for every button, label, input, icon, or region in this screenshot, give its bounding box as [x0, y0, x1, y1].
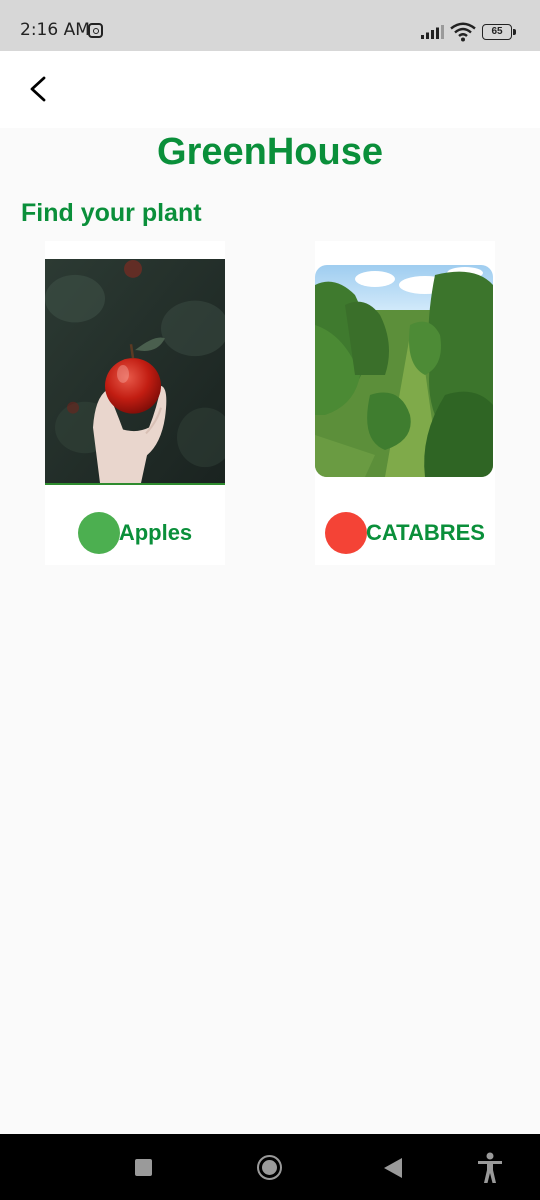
signal-icon [421, 25, 444, 39]
status-indicator [77, 512, 120, 554]
plant-name: Apples [118, 520, 193, 545]
plant-card-catabres[interactable]: CATABRES [315, 241, 495, 565]
back-icon[interactable] [384, 1158, 402, 1178]
plant-card-footer: CATABRES [315, 511, 495, 555]
app-title: GreenHouse [157, 131, 383, 173]
status-indicator [325, 512, 368, 554]
plant-card-apples[interactable]: Apples [45, 241, 225, 565]
orchard-rows-photo [315, 265, 493, 477]
status-time: 2:16 AM [20, 20, 90, 40]
chevron-left-icon[interactable] [18, 67, 60, 111]
navigation-bar [0, 1134, 540, 1200]
section-heading: Find your plant [21, 199, 202, 227]
status-bar: 2:16 AM 65 [0, 0, 540, 51]
recents-icon[interactable] [135, 1159, 152, 1176]
battery-icon: 65 [482, 24, 516, 40]
home-icon[interactable] [257, 1155, 282, 1180]
instagram-icon [88, 23, 103, 38]
battery-level: 65 [482, 24, 512, 40]
plant-name: CATABRES [366, 520, 485, 545]
accessibility-icon[interactable] [477, 1152, 503, 1184]
plant-card-footer: Apples [45, 511, 225, 555]
apple-in-hand-photo [45, 259, 225, 485]
app-bar [0, 51, 540, 128]
wifi-icon [450, 22, 476, 42]
